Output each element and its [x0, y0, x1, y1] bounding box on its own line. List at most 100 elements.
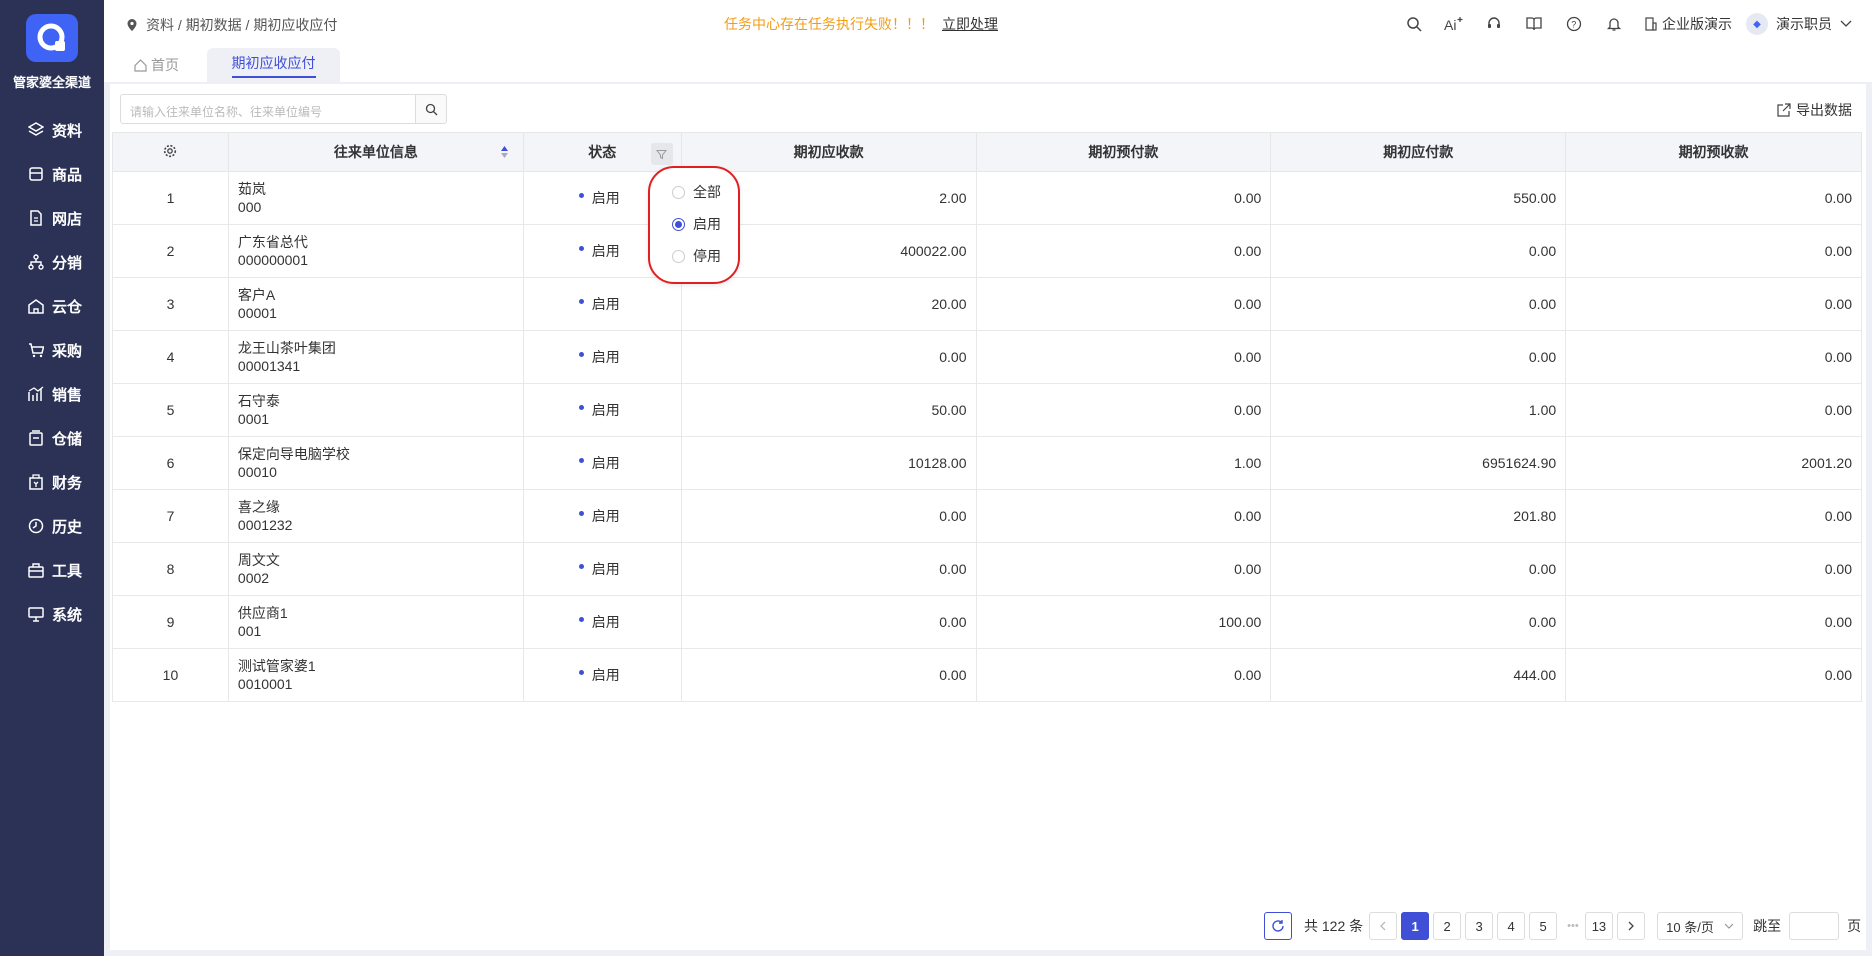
ap-cell[interactable]: 0.00	[1270, 542, 1567, 596]
page-2[interactable]: 2	[1433, 912, 1462, 940]
filter-option-disabled[interactable]: 停用	[672, 246, 721, 266]
alert-action-link[interactable]: 立即处理	[942, 14, 998, 34]
table-row[interactable]: 4 龙王山茶叶集团 00001341 启用 0.00 0.00 0.00 0.00	[112, 330, 1862, 384]
sidebar-item-0[interactable]: 资料	[0, 110, 104, 150]
prerecv-cell[interactable]: 0.00	[1565, 489, 1862, 543]
prerecv-cell[interactable]: 0.00	[1565, 330, 1862, 384]
prerecv-cell[interactable]: 0.00	[1565, 277, 1862, 331]
goto-page-input[interactable]	[1789, 912, 1840, 940]
page-4[interactable]: 4	[1497, 912, 1526, 940]
sidebar-item-7[interactable]: 仓储	[0, 418, 104, 458]
search-input[interactable]: 请输入往来单位名称、往来单位编号	[120, 94, 446, 124]
column-settings[interactable]	[112, 132, 229, 172]
table-row[interactable]: 2 广东省总代 000000001 启用 400022.00 0.00 0.00 0.00	[112, 224, 1862, 278]
prev-page-button[interactable]	[1369, 912, 1398, 940]
tab-opening-balance[interactable]: 期初应收应付	[207, 48, 340, 82]
search-button[interactable]	[415, 94, 447, 124]
prepay-cell[interactable]: 0.00	[975, 383, 1272, 437]
ar-cell[interactable]: 10128.00	[680, 436, 977, 490]
user-menu[interactable]: ◆ 演示职员	[1746, 13, 1852, 35]
filter-option-all[interactable]: 全部	[672, 182, 721, 202]
sidebar-item-9[interactable]: 历史	[0, 506, 104, 546]
ar-cell[interactable]: 0.00	[680, 330, 977, 384]
sidebar-item-11[interactable]: 系统	[0, 594, 104, 634]
ar-cell[interactable]: 0.00	[680, 489, 977, 543]
help-icon[interactable]: ?	[1564, 14, 1584, 34]
refresh-button[interactable]	[1264, 912, 1292, 940]
table-row[interactable]: 7 喜之缘 0001232 启用 0.00 0.00 201.80 0.00	[112, 489, 1862, 543]
prerecv-cell[interactable]: 0.00	[1565, 648, 1862, 702]
prerecv-cell[interactable]: 2001.20	[1565, 436, 1862, 490]
status-dot	[578, 404, 584, 410]
sidebar-item-2[interactable]: 网店	[0, 198, 104, 238]
table-row[interactable]: 1 茹岚 000 启用 2.00 0.00 550.00 0.00	[112, 171, 1862, 225]
prerecv-cell[interactable]: 0.00	[1565, 542, 1862, 596]
ar-cell[interactable]: 0.00	[680, 595, 977, 649]
ap-cell[interactable]: 201.80	[1270, 489, 1567, 543]
sort-icon[interactable]	[500, 145, 509, 159]
gear-icon[interactable]	[163, 144, 177, 158]
table-row[interactable]: 8 周文文 0002 启用 0.00 0.00 0.00 0.00	[112, 542, 1862, 596]
prepay-cell[interactable]: 1.00	[975, 436, 1272, 490]
sidebar-item-10[interactable]: 工具	[0, 550, 104, 590]
radio-all[interactable]	[672, 185, 685, 199]
sidebar-item-4[interactable]: 云仓	[0, 286, 104, 326]
col-header-partner[interactable]: 往来单位信息	[227, 132, 524, 172]
prerecv-cell[interactable]: 0.00	[1565, 383, 1862, 437]
prepay-cell[interactable]: 0.00	[975, 171, 1272, 225]
prepay-cell[interactable]: 100.00	[975, 595, 1272, 649]
table-row[interactable]: 5 石守泰 0001 启用 50.00 0.00 1.00 0.00	[112, 383, 1862, 437]
table-row[interactable]: 9 供应商1 001 启用 0.00 100.00 0.00 0.00	[112, 595, 1862, 649]
sidebar-item-3[interactable]: 分销	[0, 242, 104, 282]
ap-cell[interactable]: 0.00	[1270, 330, 1567, 384]
search-icon[interactable]	[1404, 14, 1424, 34]
headset-icon[interactable]	[1484, 14, 1504, 34]
prerecv-cell[interactable]: 0.00	[1565, 171, 1862, 225]
ap-cell[interactable]: 0.00	[1270, 224, 1567, 278]
app-logo[interactable]	[26, 14, 78, 62]
prepay-cell[interactable]: 0.00	[975, 542, 1272, 596]
prepay-cell[interactable]: 0.00	[975, 330, 1272, 384]
prepay-cell[interactable]: 0.00	[975, 648, 1272, 702]
tab-home[interactable]: 首页	[134, 48, 179, 82]
page-last[interactable]: 13	[1584, 912, 1614, 940]
book-icon[interactable]	[1524, 14, 1544, 34]
ai-icon[interactable]: Ai	[1444, 14, 1464, 34]
ap-cell[interactable]: 6951624.90	[1270, 436, 1567, 490]
ar-cell[interactable]: 50.00	[680, 383, 977, 437]
table-row[interactable]: 6 保定向导电脑学校 00010 启用 10128.00 1.00 6951624.90 20…	[112, 436, 1862, 490]
radio-enabled[interactable]	[672, 217, 685, 231]
page-1[interactable]: 1	[1401, 912, 1430, 940]
table-row[interactable]: 10 测试管家婆1 0010001 启用 0.00 0.00 444.00 0.00	[112, 648, 1862, 702]
status-filter-button[interactable]	[650, 143, 673, 165]
filter-option-enabled[interactable]: 启用	[672, 214, 721, 234]
ar-cell[interactable]: 0.00	[680, 648, 977, 702]
page-size-select[interactable]: 10 条/页	[1657, 912, 1744, 940]
enterprise-switch[interactable]: 企业版演示	[1644, 14, 1732, 34]
prepay-cell[interactable]: 0.00	[975, 277, 1272, 331]
table-row[interactable]: 3 客户A 00001 启用 20.00 0.00 0.00 0.00	[112, 277, 1862, 331]
ap-cell[interactable]: 444.00	[1270, 648, 1567, 702]
prerecv-cell[interactable]: 0.00	[1565, 224, 1862, 278]
page-3[interactable]: 3	[1465, 912, 1494, 940]
sidebar-item-6[interactable]: 销售	[0, 374, 104, 414]
prepay-cell[interactable]: 0.00	[975, 489, 1272, 543]
ap-cell[interactable]: 0.00	[1270, 277, 1567, 331]
ap-cell[interactable]: 550.00	[1270, 171, 1567, 225]
export-button[interactable]: 导出数据	[1777, 100, 1852, 120]
sidebar-item-5[interactable]: 采购	[0, 330, 104, 370]
page-5[interactable]: 5	[1529, 912, 1558, 940]
bell-icon[interactable]	[1604, 14, 1624, 34]
prepay-cell[interactable]: 0.00	[975, 224, 1272, 278]
sidebar-item-8[interactable]: 财务	[0, 462, 104, 502]
pagination-ellipsis[interactable]: •••	[1567, 920, 1579, 932]
radio-disabled[interactable]	[672, 249, 685, 263]
sidebar-item-1[interactable]: 商品	[0, 154, 104, 194]
ar-cell[interactable]: 0.00	[680, 542, 977, 596]
ar-cell[interactable]: 20.00	[680, 277, 977, 331]
prerecv-cell[interactable]: 0.00	[1565, 595, 1862, 649]
ap-cell[interactable]: 0.00	[1270, 595, 1567, 649]
partner-code: 00001341	[237, 358, 301, 374]
ap-cell[interactable]: 1.00	[1270, 383, 1567, 437]
next-page-button[interactable]	[1617, 912, 1646, 940]
